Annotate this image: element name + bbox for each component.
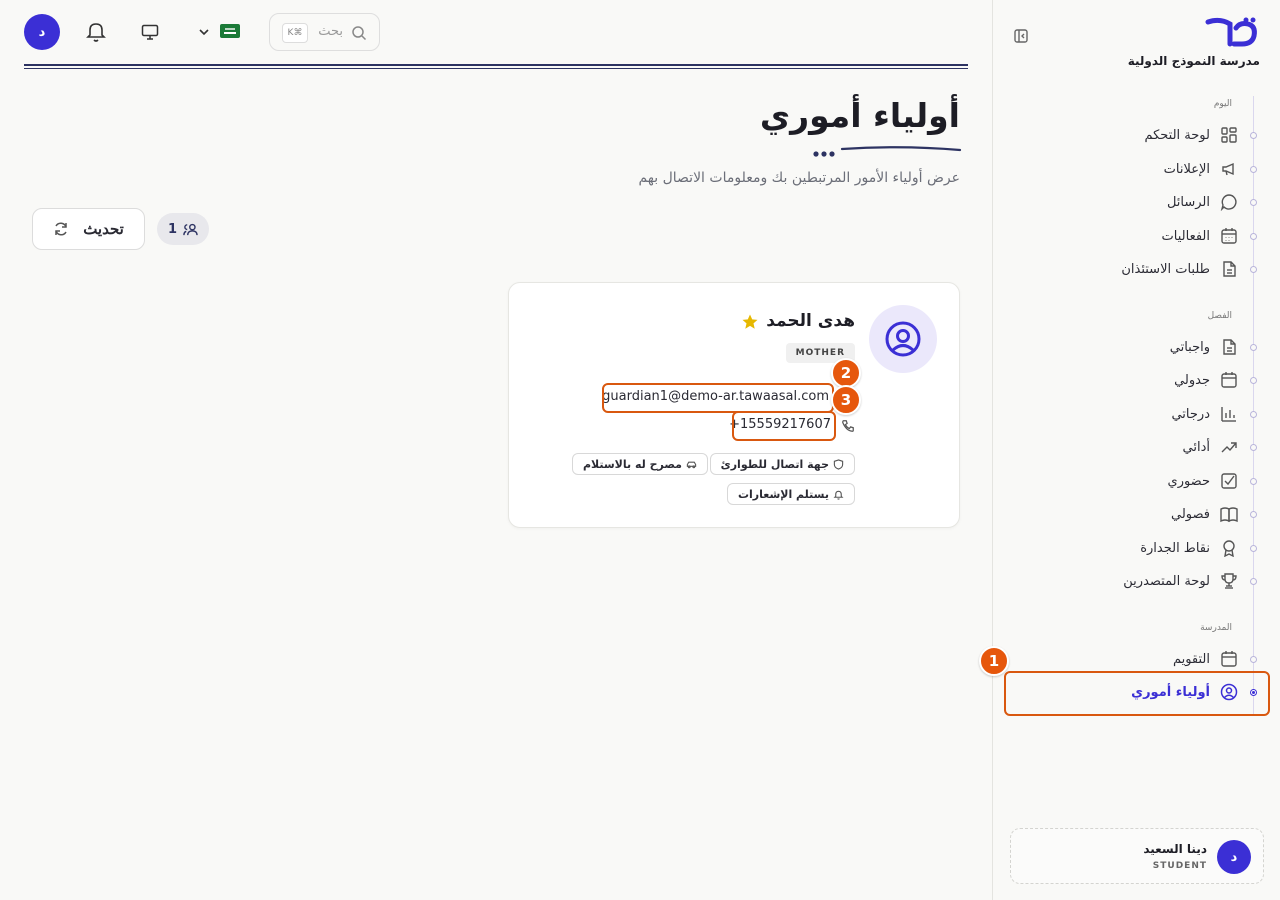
bell-icon[interactable] <box>84 20 108 44</box>
annotation-badge-2: 2 <box>831 358 861 388</box>
guardian-count: 1 <box>167 221 178 237</box>
refresh-button[interactable]: تحديث <box>32 208 145 250</box>
checkbox-icon <box>1221 473 1237 489</box>
sidebar-item-label: حضوري <box>1167 473 1210 489</box>
bell-icon <box>833 490 844 500</box>
sidebar-item-homework[interactable]: واجباتي <box>1038 332 1238 362</box>
sidebar-item-schedule[interactable]: جدولي <box>1038 365 1238 395</box>
annotation-box-2 <box>602 383 834 413</box>
guardian-name: هدى الحمد <box>766 311 855 331</box>
nav-timeline <box>1253 96 1254 716</box>
sidebar-item-label: فصولي <box>1171 506 1210 522</box>
trophy-icon <box>1221 573 1237 589</box>
header-divider <box>24 64 968 66</box>
phone-icon <box>842 420 854 432</box>
sidebar-item-dashboard[interactable]: لوحة التحكم <box>1038 120 1238 150</box>
sidebar: مدرسة النموذج الدولية اليوم الفصل المدرس… <box>979 0 1280 900</box>
guardian-count-badge: 1 <box>157 213 209 245</box>
sidebar-item-leaderboard[interactable]: لوحة المتصدرين <box>1038 566 1238 596</box>
sidebar-item-label: لوحة التحكم <box>1144 127 1210 143</box>
sidebar-item-label: طلبات الاستئذان <box>1121 261 1210 277</box>
search-shortcut: K⌘ <box>282 23 308 43</box>
annotation-badge-1: 1 <box>979 646 1009 676</box>
sidebar-item-announcements[interactable]: الإعلانات <box>1038 154 1238 184</box>
user-circle-icon <box>885 321 921 357</box>
sidebar-item-calendar[interactable]: التقويم <box>1038 644 1238 674</box>
sidebar-item-label: التقويم <box>1172 651 1210 667</box>
search-input[interactable]: بحث K⌘ <box>269 13 380 51</box>
chat-icon <box>1220 194 1237 211</box>
sidebar-item-label: واجباتي <box>1169 339 1210 355</box>
nav-group-today: اليوم <box>1213 99 1232 109</box>
star-icon <box>742 314 758 329</box>
tag-label: جهة اتصال للطوارئ <box>720 457 829 471</box>
document-icon <box>1223 261 1236 277</box>
user-name: دينا السعيد <box>1143 842 1207 856</box>
sidebar-item-label: لوحة المتصدرين <box>1123 573 1210 589</box>
page-title: أولياء أموري <box>759 96 960 135</box>
calendar-grid-icon <box>1221 228 1237 244</box>
sidebar-item-grades[interactable]: درجاتي <box>1038 399 1238 429</box>
refresh-label: تحديث <box>83 221 124 238</box>
sidebar-item-label: الإعلانات <box>1163 161 1210 177</box>
bar-chart-icon <box>1221 407 1236 422</box>
search-placeholder: بحث <box>318 24 343 39</box>
refresh-icon <box>55 222 67 236</box>
sidebar-item-label: الرسائل <box>1166 194 1210 210</box>
sidebar-item-classes[interactable]: فصولي <box>1038 499 1238 529</box>
calendar-icon <box>1221 651 1237 667</box>
award-icon <box>1223 540 1235 557</box>
calendar-icon <box>1221 372 1237 388</box>
sidebar-item-messages[interactable]: الرسائل <box>1038 187 1238 217</box>
annotation-box-1 <box>1004 671 1270 716</box>
tag-label: مصرح له بالاستلام <box>582 457 682 471</box>
app-logo[interactable] <box>1204 16 1260 50</box>
page-subtitle: عرض أولياء الأمور المرتبطين بك ومعلومات … <box>638 170 960 186</box>
sidebar-item-label: درجاتي <box>1171 406 1210 422</box>
sidebar-item-leave-requests[interactable]: طلبات الاستئذان <box>1038 254 1238 284</box>
users-icon <box>183 223 198 235</box>
monitor-icon[interactable] <box>141 23 159 41</box>
sidebar-item-merit-points[interactable]: نقاط الجدارة <box>1038 533 1238 563</box>
nav-group-class: الفصل <box>1207 311 1232 321</box>
sidebar-item-label: جدولي <box>1174 372 1210 388</box>
chevron-down-icon[interactable] <box>198 26 210 38</box>
trend-up-icon <box>1221 442 1237 453</box>
book-icon <box>1220 507 1238 523</box>
car-icon <box>686 461 697 468</box>
guardian-avatar <box>869 305 937 373</box>
school-name: مدرسة النموذج الدولية <box>1127 54 1260 68</box>
sidebar-item-attendance[interactable]: حضوري <box>1038 466 1238 496</box>
sidebar-item-label: أدائي <box>1182 439 1210 455</box>
annotation-badge-3: 3 <box>831 385 861 415</box>
header-divider-thin <box>24 68 968 69</box>
megaphone-icon <box>1222 162 1234 176</box>
avatar: د <box>1217 840 1251 874</box>
profile-avatar[interactable]: د <box>24 14 60 50</box>
tag-authorized-pickup: مصرح له بالاستلام <box>571 453 708 475</box>
annotation-box-3 <box>732 411 836 441</box>
dashboard-icon <box>1221 127 1237 143</box>
search-icon <box>352 26 367 41</box>
sidebar-item-label: الفعاليات <box>1161 228 1210 244</box>
tag-receives-notifications: يستلم الإشعارات <box>726 483 855 505</box>
title-underline-decoration <box>813 146 962 157</box>
sidebar-item-events[interactable]: الفعاليات <box>1038 221 1238 251</box>
language-flag-icon[interactable] <box>220 24 240 38</box>
sidebar-item-label: نقاط الجدارة <box>1140 540 1210 556</box>
tag-emergency-contact: جهة اتصال للطوارئ <box>709 453 855 475</box>
user-card[interactable]: د دينا السعيد STUDENT <box>1010 828 1264 884</box>
user-role: STUDENT <box>1152 861 1207 871</box>
nav-group-school: المدرسة <box>1200 623 1232 633</box>
document-icon <box>1223 339 1236 355</box>
sidebar-item-performance[interactable]: أدائي <box>1038 432 1238 462</box>
sidebar-collapse-icon[interactable] <box>1013 28 1029 44</box>
tag-label: يستلم الإشعارات <box>737 487 829 501</box>
shield-icon <box>833 458 844 470</box>
